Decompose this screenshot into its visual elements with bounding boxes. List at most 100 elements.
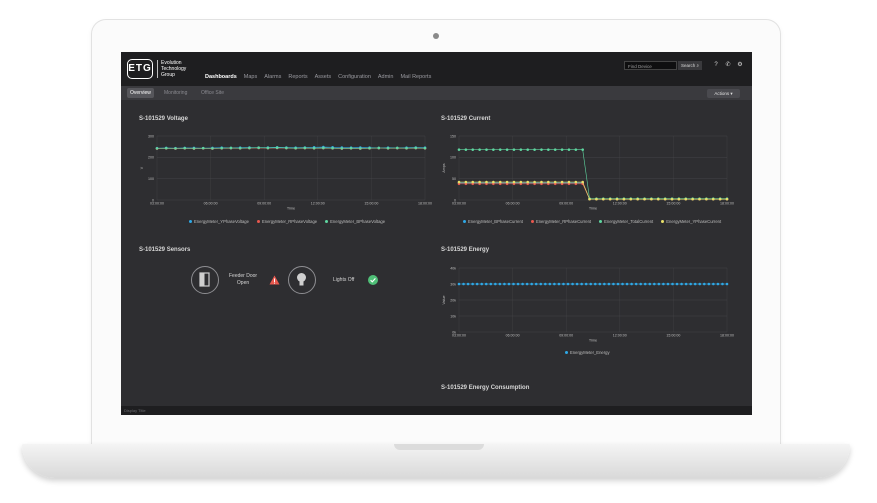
tab-office-site[interactable]: Office Site [198, 88, 227, 98]
data-point [625, 282, 629, 286]
door-sensor[interactable] [191, 266, 219, 294]
search-button[interactable]: Search ⌕ [678, 61, 702, 70]
legend-swatch [463, 220, 466, 223]
nav-assets[interactable]: Assets [315, 74, 332, 84]
data-point [498, 282, 502, 286]
data-point [608, 197, 612, 201]
legend-item[interactable]: EnergyMeter_TotalCurrent [599, 219, 653, 224]
data-point [457, 282, 461, 286]
data-point [657, 282, 661, 286]
logo-divider [157, 60, 158, 78]
data-point [629, 197, 633, 201]
tab-overview[interactable]: Overview [127, 88, 154, 98]
data-point [457, 148, 461, 151]
data-point [615, 197, 619, 201]
data-point [557, 282, 561, 286]
data-point [622, 197, 626, 201]
x-tick-label: 15:00:00 [666, 202, 680, 206]
data-point [588, 197, 591, 201]
data-point [498, 180, 502, 184]
data-point [471, 282, 474, 286]
data-point [643, 282, 647, 286]
data-point [331, 146, 334, 150]
nav-admin[interactable]: Admin [378, 74, 394, 84]
data-point [533, 180, 536, 184]
data-point [650, 197, 653, 201]
data-point [480, 282, 484, 286]
data-point [560, 180, 564, 184]
x-tick-label: 03:00:00 [150, 202, 164, 206]
legend-swatch [325, 220, 329, 223]
nav-reports[interactable]: Reports [288, 74, 307, 84]
legend-item[interactable]: EnergyMeter_Energy [565, 350, 610, 355]
data-point [598, 282, 602, 286]
data-point [303, 146, 307, 150]
energy-legend: EnergyMeter_Energy [565, 350, 610, 355]
gear-icon[interactable]: ⚙ [735, 60, 745, 70]
data-point [516, 282, 520, 286]
data-point [589, 282, 593, 286]
legend-swatch [189, 220, 192, 223]
data-point [164, 146, 168, 150]
light-sensor[interactable] [288, 266, 316, 294]
nav-configuration[interactable]: Configuration [338, 74, 371, 84]
data-point [507, 282, 511, 286]
data-point [349, 146, 353, 150]
data-point [519, 180, 523, 184]
phone-icon[interactable]: ✆ [723, 60, 733, 70]
nav-alarms[interactable]: Alarms [264, 74, 281, 84]
legend-item[interactable]: EnergyMeter_YPhaseCurrent [661, 219, 721, 224]
y-axis-label: Amps [442, 163, 446, 172]
data-point [571, 282, 574, 286]
data-point [471, 148, 475, 151]
x-tick-label: 06:00:00 [506, 334, 520, 338]
data-point [684, 197, 688, 201]
data-point [663, 197, 667, 201]
x-tick-label: 09:00:00 [559, 334, 573, 338]
legend-item[interactable]: EnergyMeter_BPhaseCurrent [463, 219, 523, 224]
data-point [540, 148, 543, 151]
data-point [294, 146, 297, 150]
legend-item[interactable]: EnergyMeter_RPhaseVoltage [256, 219, 317, 224]
feeder-door-state: Open [236, 280, 250, 286]
nav-mail-reports[interactable]: Mail Reports [400, 74, 431, 84]
legend-swatch [565, 351, 568, 354]
data-point [512, 180, 516, 184]
data-point [395, 146, 399, 150]
nav-dashboards[interactable]: Dashboards [205, 74, 237, 84]
data-point [593, 282, 597, 286]
data-point [691, 197, 694, 201]
help-icon[interactable]: ? [711, 60, 721, 70]
data-point [705, 197, 708, 201]
legend-item[interactable]: EnergyMeter_BPhaseVoltage [325, 219, 385, 224]
data-point [464, 148, 468, 151]
data-point [183, 146, 187, 150]
legend-item[interactable]: EnergyMeter_YPhaseVoltage [189, 219, 249, 224]
data-point [405, 146, 408, 150]
data-point [553, 180, 557, 184]
data-point [574, 180, 578, 184]
data-point [257, 146, 260, 150]
data-point [634, 282, 638, 286]
x-tick-label: 09:00:00 [559, 202, 573, 206]
x-tick-label: 12:00:00 [613, 334, 627, 338]
tab-bar: Overview Monitoring Office Site [121, 86, 752, 100]
tab-monitoring[interactable]: Monitoring [161, 88, 190, 98]
x-tick-label: 15:00:00 [666, 334, 680, 338]
logo-icon[interactable]: ETG [127, 59, 153, 79]
chart-svg: 0k10k20k30k40k03:00:00 06:00:00 09:00:00 12… [442, 266, 734, 342]
data-point [548, 282, 552, 286]
data-point [498, 148, 502, 151]
data-point [471, 180, 475, 184]
data-point [266, 146, 270, 150]
data-point [174, 147, 177, 150]
data-point [248, 146, 251, 150]
legend-item[interactable]: EnergyMeter_RPhaseCurrent [530, 219, 591, 224]
y-tick-label: 300 [148, 134, 154, 138]
nav-maps[interactable]: Maps [244, 74, 257, 84]
actions-button[interactable]: Actions ▾ [707, 89, 740, 98]
door-icon [199, 272, 210, 287]
data-point [666, 282, 670, 286]
search-input[interactable]: Find Device [624, 61, 677, 70]
check-icon [368, 275, 378, 285]
